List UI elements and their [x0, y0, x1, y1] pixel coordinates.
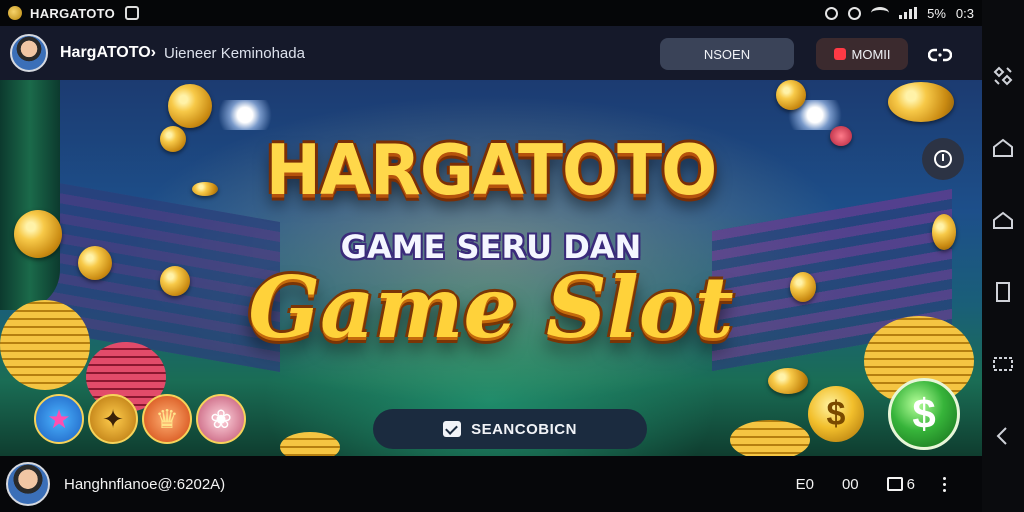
- check-icon: [443, 421, 462, 437]
- clock-status-icon: [848, 6, 862, 20]
- header-subtitle: Uieneer Keminohada: [164, 44, 305, 62]
- logo-subtitle: Game Slot: [248, 258, 734, 357]
- nsoen-button-label: NSOEN: [703, 46, 751, 62]
- wifi-icon: [871, 7, 890, 19]
- live-button-label: MOMII: [851, 46, 891, 62]
- caption-icon: [886, 477, 903, 491]
- status-app-name: HARGATOTO: [30, 5, 116, 21]
- square-icon[interactable]: [991, 280, 1015, 304]
- clock-icon: [934, 150, 952, 168]
- green-dollar-coin-icon: $: [888, 378, 960, 450]
- status-bar: HARGATOTO 5% 0:3: [0, 0, 982, 26]
- logo-title: HARGATOTO: [265, 130, 718, 211]
- link-icon[interactable]: [928, 43, 952, 67]
- wild-game-icon[interactable]: ♛: [142, 394, 192, 444]
- footer-user-label: Hanghnflanoe@:6202A): [64, 475, 226, 493]
- app-icon: [8, 6, 22, 20]
- stadium-light: [210, 100, 280, 130]
- header-avatar[interactable]: [10, 34, 48, 72]
- status-time: 0:3: [955, 5, 974, 21]
- footer-actions: E0 00 6: [796, 476, 976, 493]
- app-screen: HARGATOTO 5% 0:3 HargATOTO› Uieneer Kemi…: [0, 0, 1024, 512]
- sync-icon: [125, 6, 140, 20]
- footer-action-2[interactable]: 00: [842, 476, 859, 493]
- footer-action-1[interactable]: E0: [796, 476, 814, 493]
- back-icon[interactable]: [991, 424, 1015, 448]
- footer-action-3[interactable]: 6: [886, 475, 915, 493]
- more-options-icon[interactable]: [943, 476, 946, 492]
- coin-icon: [168, 84, 212, 128]
- nsoen-button[interactable]: NSOEN: [660, 38, 794, 70]
- fortune-game-icon[interactable]: ✦: [88, 394, 138, 444]
- app-header: HargATOTO› Uieneer Keminohada NSOEN MOMI…: [0, 26, 982, 80]
- status-indicators: 5% 0:3: [825, 6, 974, 21]
- star-game-icon[interactable]: ★: [34, 394, 84, 444]
- pig-game-icon[interactable]: ❀: [196, 394, 246, 444]
- search-button-label: SEANCOBICN: [471, 420, 577, 438]
- footer-action-1-label: E0: [795, 475, 814, 493]
- promo-banner[interactable]: HARGATOTO GAME SERU DAN Game Slot ★ ✦ ♛ …: [0, 80, 982, 456]
- gold-dollar-coin-icon: $: [808, 386, 864, 442]
- alarm-icon: [825, 6, 839, 20]
- footer-action-3-label: 6: [906, 475, 915, 493]
- header-title: HargATOTO›: [60, 44, 157, 61]
- live-button[interactable]: MOMII: [816, 38, 908, 70]
- coin-stack: [730, 420, 810, 456]
- home-alt-icon[interactable]: [991, 208, 1015, 232]
- player-footer: Hanghnflanoe@:6202A) E0 00 6: [0, 456, 982, 512]
- system-nav-bar: [982, 0, 1024, 512]
- home-icon[interactable]: [991, 136, 1015, 160]
- battery-level: 5%: [927, 5, 946, 21]
- screenshot-icon[interactable]: [991, 352, 1015, 376]
- game-icon-row: ★ ✦ ♛ ❀: [34, 394, 246, 444]
- signal-icon: [899, 7, 918, 19]
- coin-stack: [280, 432, 340, 456]
- search-button[interactable]: SEANCOBICN: [373, 409, 647, 449]
- history-button[interactable]: [922, 138, 964, 180]
- coin-icon: [776, 80, 806, 110]
- footer-avatar[interactable]: [6, 462, 50, 506]
- footer-action-2-label: 00: [841, 475, 859, 493]
- record-icon: [833, 48, 846, 60]
- coin-icon: [768, 368, 808, 394]
- coin-icon: [888, 82, 954, 122]
- grid-icon[interactable]: [991, 64, 1015, 88]
